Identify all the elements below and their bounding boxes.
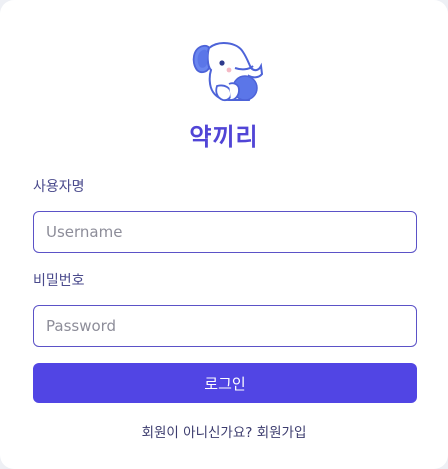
elephant-logo-icon <box>189 40 265 106</box>
username-label: 사용자명 <box>33 179 85 195</box>
signup-prompt-text: 회원이 아니신가요? <box>141 425 253 441</box>
password-label: 비밀번호 <box>33 273 85 289</box>
login-button[interactable]: 로그인 <box>33 363 417 403</box>
password-input[interactable] <box>33 305 417 347</box>
signup-prompt-line: 회원이 아니신가요? 회원가입 <box>0 421 448 441</box>
signup-link[interactable]: 회원가입 <box>257 425 307 441</box>
username-input[interactable] <box>33 211 417 253</box>
login-card: 약끼리 사용자명 비밀번호 로그인 회원이 아니신가요? 회원가입 <box>0 0 448 469</box>
app-title: 약끼리 <box>189 123 259 151</box>
